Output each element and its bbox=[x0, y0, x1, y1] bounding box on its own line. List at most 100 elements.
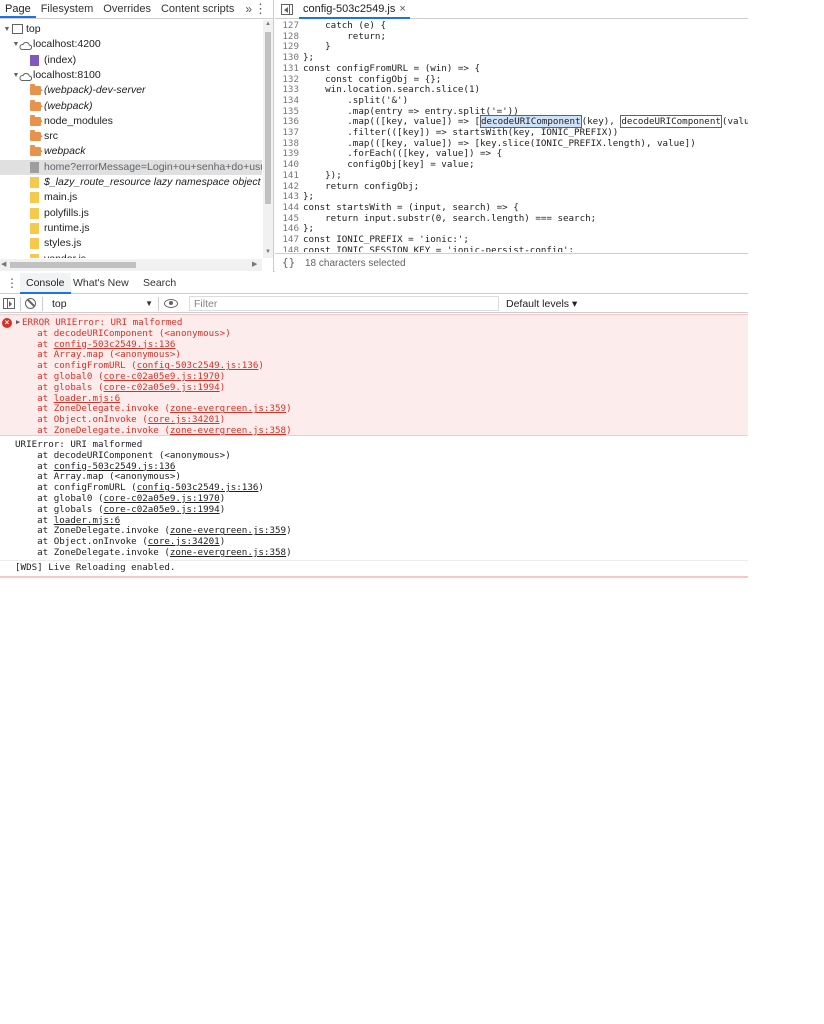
tab-page[interactable]: Page bbox=[0, 0, 36, 18]
tab-filesystem[interactable]: Filesystem bbox=[36, 0, 99, 18]
tab-overrides[interactable]: Overrides bbox=[98, 0, 156, 18]
scrollbar-thumb[interactable] bbox=[265, 32, 271, 204]
scroll-right-icon[interactable]: ▶ bbox=[252, 260, 257, 268]
toolbar-divider bbox=[158, 297, 159, 311]
line-number[interactable]: 148 bbox=[275, 245, 299, 252]
stack-text: at ZoneDelegate.invoke ( bbox=[15, 525, 170, 537]
toggle-navigator-icon[interactable] bbox=[281, 4, 293, 15]
tree-item[interactable]: ▶src bbox=[0, 129, 262, 144]
tree-item-label: localhost:4200 bbox=[33, 38, 101, 51]
stack-text: at ZoneDelegate.invoke ( bbox=[15, 547, 170, 558]
pretty-print-icon[interactable]: {} bbox=[282, 256, 295, 269]
stack-text: ERROR URIError: URI malformed bbox=[22, 317, 183, 328]
tab-content-scripts[interactable]: Content scripts bbox=[156, 0, 239, 18]
scroll-up-icon[interactable]: ▲ bbox=[265, 21, 271, 27]
tree-item[interactable]: ▼ localhost:4200 bbox=[0, 37, 262, 52]
stack-text: at bbox=[15, 392, 54, 404]
source-link[interactable]: config-503c2549.js:136 bbox=[54, 461, 176, 472]
source-link[interactable]: core-c02a05e9.js:1994 bbox=[104, 504, 220, 515]
expand-triangle-icon[interactable]: ▶ bbox=[16, 318, 20, 326]
stack-text: ) bbox=[219, 536, 226, 548]
source-link[interactable]: zone-evergreen.js:359 bbox=[170, 525, 286, 536]
tree-horizontal-scrollbar[interactable]: ◀ ▶ bbox=[0, 259, 262, 271]
toolbar-divider bbox=[20, 297, 21, 311]
stack-text: URIError: URI malformed bbox=[15, 439, 143, 450]
scroll-left-icon[interactable]: ◀ bbox=[1, 260, 6, 268]
source-link[interactable]: config-503c2549.js:136 bbox=[137, 482, 259, 493]
tree-item[interactable]: ▼ top bbox=[0, 22, 262, 37]
stack-text: at decodeURIComponent (<anonymous>) bbox=[15, 449, 231, 461]
tree-item[interactable]: home?errorMessage=Login+ou+senha+do+usuE… bbox=[0, 159, 262, 175]
tree-item[interactable]: vendor.js bbox=[0, 252, 262, 259]
source-link[interactable]: zone-evergreen.js:359 bbox=[170, 403, 286, 414]
stack-text: at global0 ( bbox=[15, 493, 104, 504]
tree-item-label: main.js bbox=[44, 191, 78, 204]
tree-item[interactable]: ▶node_modules bbox=[0, 114, 262, 129]
drawer-menu-icon[interactable]: ⋮ bbox=[6, 276, 18, 290]
source-link[interactable]: loader.mjs:6 bbox=[54, 393, 120, 404]
line-number[interactable]: 131 bbox=[275, 63, 299, 75]
selection-status: 18 characters selected bbox=[305, 258, 406, 269]
stack-text: ) bbox=[219, 493, 226, 504]
source-link[interactable]: loader.mjs:6 bbox=[54, 515, 120, 526]
scrollbar-thumb[interactable] bbox=[10, 262, 136, 268]
tree-item[interactable]: polyfills.js bbox=[0, 206, 262, 221]
tree-item[interactable]: styles.js bbox=[0, 236, 262, 251]
source-link[interactable]: core-c02a05e9.js:1994 bbox=[104, 382, 220, 393]
stack-text: at bbox=[15, 338, 54, 350]
tree-item-label: src bbox=[44, 130, 58, 143]
tree-item[interactable]: ▶webpack bbox=[0, 144, 262, 159]
source-link[interactable]: zone-evergreen.js:358 bbox=[170, 547, 286, 558]
tree-item-label: runtime.js bbox=[44, 221, 90, 234]
tab-config-file[interactable]: config-503c2549.js × bbox=[299, 0, 410, 19]
tree-item-label: polyfills.js bbox=[44, 206, 89, 219]
tab-search[interactable]: Search bbox=[137, 273, 182, 294]
tree-item-label: localhost:8100 bbox=[33, 68, 101, 81]
eye-icon[interactable] bbox=[164, 299, 178, 308]
tree-item[interactable]: $_lazy_route_resource lazy namespace obj… bbox=[0, 175, 262, 190]
source-link[interactable]: core.js:34201 bbox=[148, 414, 220, 425]
source-link[interactable]: core-c02a05e9.js:1970 bbox=[104, 371, 220, 382]
tab-console[interactable]: Console bbox=[20, 273, 71, 294]
source-link[interactable]: config-503c2549.js:136 bbox=[54, 339, 176, 350]
scroll-down-icon[interactable]: ▼ bbox=[265, 249, 271, 255]
code-editor[interactable]: 127 catch (e) {128 return; 129 } 130}; 131 c… bbox=[275, 20, 748, 252]
stack-text: ) bbox=[286, 403, 292, 415]
close-icon[interactable]: × bbox=[399, 3, 405, 15]
tree-item[interactable]: ▶(webpack) bbox=[0, 99, 262, 114]
stack-text: at Array.map (<anonymous>) bbox=[15, 349, 181, 361]
tab-whats-new[interactable]: What's New bbox=[67, 273, 135, 294]
source-link[interactable]: core-c02a05e9.js:1970 bbox=[104, 493, 220, 504]
error-message[interactable]: × ▶ ERROR URIError: URI malformed at dec… bbox=[0, 314, 748, 436]
tree-item[interactable]: ▶(webpack)-dev-server bbox=[0, 83, 262, 98]
source-link[interactable]: core.js:34201 bbox=[148, 536, 220, 547]
tree-item[interactable]: ▼ localhost:8100 bbox=[0, 68, 262, 83]
stack-trace-message[interactable]: URIError: URI malformed at decodeURIComp… bbox=[0, 437, 748, 561]
cloud-icon bbox=[19, 71, 33, 81]
line-number[interactable]: 141 bbox=[275, 170, 299, 182]
tree-item[interactable]: main.js bbox=[0, 190, 262, 205]
clear-console-icon[interactable] bbox=[25, 298, 36, 309]
show-sidebar-icon[interactable] bbox=[3, 298, 15, 309]
code-text: }); bbox=[303, 169, 342, 181]
tree-item-label: vendor.js bbox=[44, 252, 86, 259]
tree-item[interactable]: runtime.js bbox=[0, 221, 262, 236]
context-select[interactable]: top ▼ bbox=[47, 296, 157, 312]
expanded-arrow-icon[interactable]: ▼ bbox=[3, 22, 11, 37]
log-levels-dropdown[interactable]: Default levels ▾ bbox=[506, 296, 577, 312]
stack-text: ) bbox=[219, 371, 226, 382]
tree-item[interactable]: (index) bbox=[0, 53, 262, 68]
navigator-tabs: Page Filesystem Overrides Content script… bbox=[0, 0, 273, 19]
console-prompt-divider bbox=[0, 576, 748, 578]
source-link[interactable]: config-503c2549.js:136 bbox=[137, 360, 259, 371]
line-number[interactable]: 134 bbox=[275, 95, 299, 107]
source-link[interactable]: zone-evergreen.js:358 bbox=[170, 425, 286, 436]
navigator-menu-icon[interactable]: ⋮ bbox=[254, 0, 267, 18]
tree-item-label: top bbox=[26, 23, 41, 35]
filter-input[interactable] bbox=[189, 296, 499, 311]
stack-line: at ZoneDelegate.invoke (zone-evergreen.j… bbox=[15, 547, 291, 559]
line-number[interactable]: 144 bbox=[275, 202, 299, 214]
folder-icon bbox=[30, 130, 41, 142]
tree-vertical-scrollbar[interactable]: ▲ ▼ bbox=[263, 20, 273, 258]
folder-icon bbox=[30, 114, 41, 126]
